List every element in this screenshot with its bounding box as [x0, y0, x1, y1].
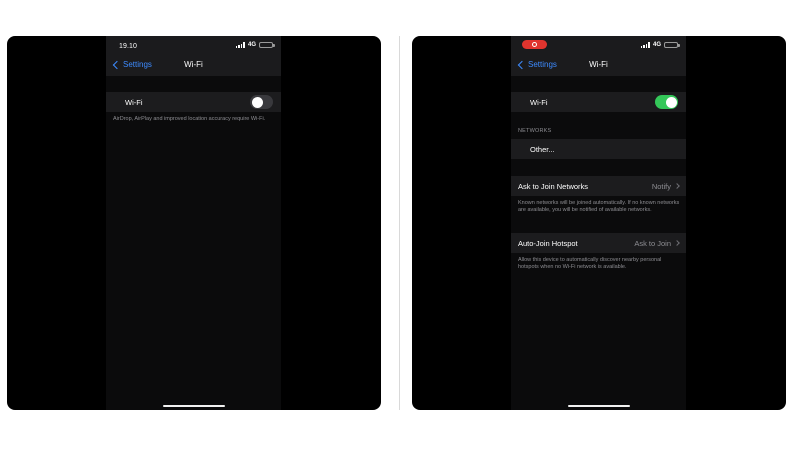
- screen-recording-indicator[interactable]: [522, 40, 547, 49]
- auto-join-footnote: Allow this device to automatically disco…: [518, 257, 662, 270]
- home-indicator[interactable]: [163, 405, 225, 407]
- auto-join-hotspot-row[interactable]: Auto-Join Hotspot Ask to Join: [511, 233, 686, 253]
- wifi-toggle[interactable]: [655, 95, 678, 109]
- status-indicators: 4G: [235, 41, 275, 49]
- ask-to-join-row[interactable]: Ask to Join Networks Notify: [511, 176, 686, 196]
- screenshot-wifi-off: 19.10 4G Settings Wi-Fi Wi-Fi AirDrop, A…: [7, 36, 381, 410]
- other-network-row[interactable]: Other...: [511, 139, 686, 159]
- signal-icon: [235, 42, 245, 48]
- status-indicators: 4G: [640, 41, 680, 49]
- wifi-label: Wi-Fi: [125, 97, 143, 107]
- page-title: Wi-Fi: [184, 60, 203, 69]
- wifi-label: Wi-Fi: [530, 97, 548, 107]
- network-type: 4G: [652, 42, 661, 48]
- page-title: Wi-Fi: [589, 60, 608, 69]
- ask-to-join-label: Ask to Join Networks: [518, 181, 589, 191]
- home-indicator[interactable]: [568, 405, 630, 407]
- networks-section-header: NETWORKS: [518, 128, 552, 134]
- wifi-toggle[interactable]: [250, 95, 273, 109]
- auto-join-hotspot-value: Ask to Join: [634, 238, 671, 248]
- status-time: 19.10: [119, 43, 138, 50]
- other-network-label: Other...: [530, 144, 555, 154]
- navigation-bar: 19.10 4G Settings Wi-Fi: [106, 36, 281, 76]
- settings-screen: 4G Settings Wi-Fi Wi-Fi NETWORKS Other..…: [511, 36, 686, 410]
- record-icon: [532, 42, 537, 47]
- chevron-right-icon: [674, 240, 680, 246]
- ask-to-join-value: Notify: [651, 181, 671, 191]
- panel-divider: [399, 36, 400, 410]
- network-type: 4G: [247, 42, 256, 48]
- wifi-row: Wi-Fi: [106, 92, 281, 112]
- ask-to-join-footnote: Known networks will be joined automatica…: [518, 200, 680, 213]
- navigation-bar: 4G Settings Wi-Fi: [511, 36, 686, 76]
- ask-to-join-value-group: Notify: [651, 181, 680, 191]
- auto-join-hotspot-label: Auto-Join Hotspot: [518, 238, 578, 248]
- battery-icon: [664, 42, 680, 48]
- screenshot-wifi-on: 4G Settings Wi-Fi Wi-Fi NETWORKS Other..…: [412, 36, 786, 410]
- battery-icon: [259, 42, 275, 48]
- auto-join-value-group: Ask to Join: [634, 238, 680, 248]
- signal-icon: [640, 42, 650, 48]
- chevron-right-icon: [674, 183, 680, 189]
- wifi-row: Wi-Fi: [511, 92, 686, 112]
- wifi-footnote: AirDrop, AirPlay and improved location a…: [113, 116, 266, 122]
- settings-screen: 19.10 4G Settings Wi-Fi Wi-Fi AirDrop, A…: [106, 36, 281, 410]
